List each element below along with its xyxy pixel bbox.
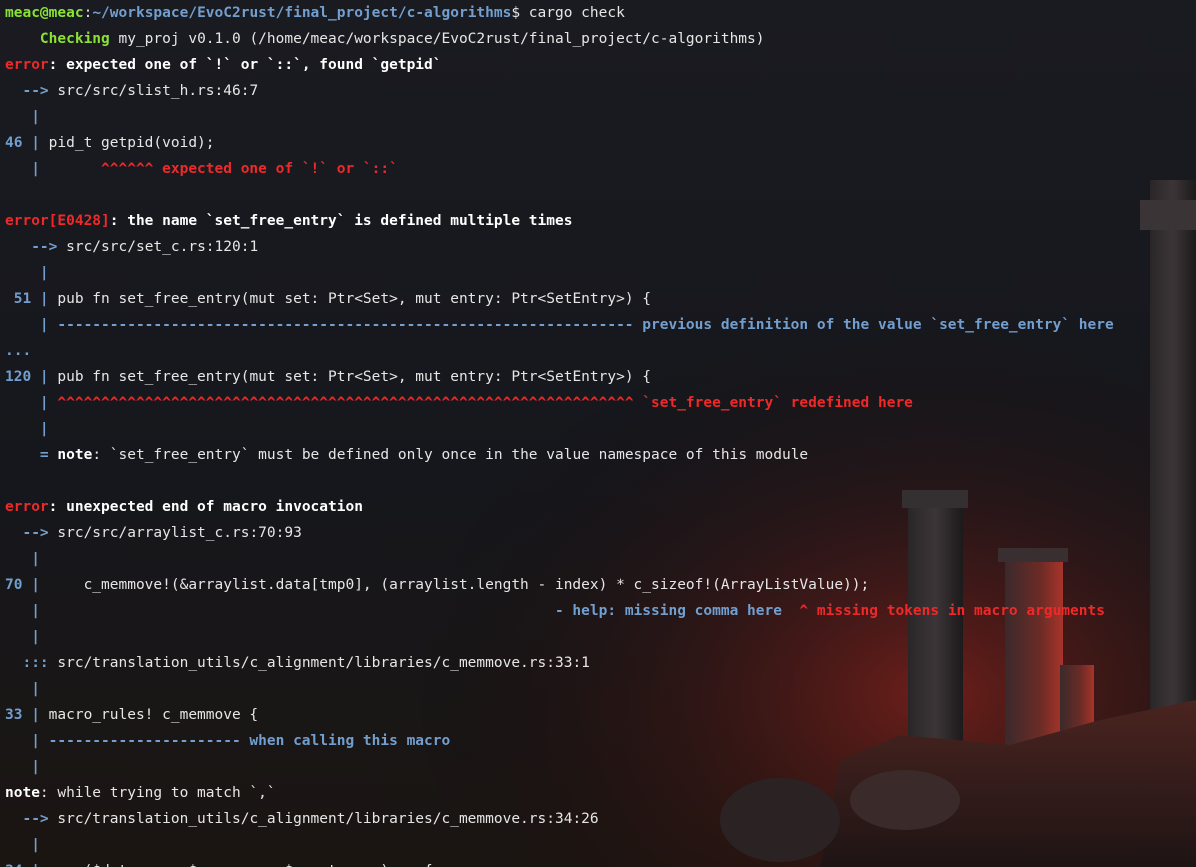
- terminal-text: |: [5, 759, 40, 775]
- terminal-line: | ---------------------- when calling th…: [5, 728, 1114, 754]
- terminal-line: note: while trying to match `,`: [5, 780, 1114, 806]
- terminal-text: |: [5, 551, 40, 567]
- terminal-line: --> src/src/arraylist_c.rs:70:93: [5, 520, 1114, 546]
- terminal-text: error: [5, 57, 49, 73]
- terminal-text: src/translation_utils/c_alignment/librar…: [48, 811, 599, 827]
- terminal-text: ...: [5, 343, 32, 359]
- terminal-text: Checking: [5, 31, 110, 47]
- terminal-text: |: [5, 421, 49, 437]
- terminal-text: meac@meac: [5, 5, 84, 21]
- terminal-text: |: [5, 265, 49, 281]
- terminal-line: error[E0428]: the name `set_free_entry` …: [5, 208, 1114, 234]
- terminal-text: : expected one of `!` or `::`, found `ge…: [48, 57, 442, 73]
- terminal-text: src/src/slist_h.rs:46:7: [48, 83, 259, 99]
- terminal-line: | - help: missing comma here ^ missing t…: [5, 598, 1114, 624]
- terminal-text: : `set_free_entry` must be defined only …: [92, 447, 809, 463]
- terminal-text: -->: [5, 525, 49, 541]
- terminal-line: |: [5, 260, 1114, 286]
- terminal-text: -->: [5, 811, 49, 827]
- terminal-text: 33 |: [5, 707, 40, 723]
- terminal-line: --> src/src/set_c.rs:120:1: [5, 234, 1114, 260]
- terminal-text: |: [5, 603, 40, 619]
- terminal-line: 34 | ($dst:expr, $src:expr, $count:expr)…: [5, 858, 1114, 867]
- terminal-line: |: [5, 546, 1114, 572]
- terminal-line: Checking my_proj v0.1.0 (/home/meac/work…: [5, 26, 1114, 52]
- terminal-text: ^ missing tokens in macro arguments: [781, 603, 1105, 619]
- terminal-line: 70 | c_memmove!(&arraylist.data[tmp0], (…: [5, 572, 1114, 598]
- terminal-line: 120 | pub fn set_free_entry(mut set: Ptr…: [5, 364, 1114, 390]
- terminal-line: error: expected one of `!` or `::`, foun…: [5, 52, 1114, 78]
- terminal-text: pid_t getpid(void);: [39, 135, 215, 151]
- terminal-line: meac@meac:~/workspace/EvoC2rust/final_pr…: [5, 0, 1114, 26]
- terminal-line: |: [5, 104, 1114, 130]
- terminal-text: ^^^^^^ expected one of `!` or `::`: [39, 161, 398, 177]
- terminal-text: |: [5, 629, 40, 645]
- terminal-text: -->: [5, 239, 58, 255]
- terminal-text: c_memmove!(&arraylist.data[tmp0], (array…: [39, 577, 870, 593]
- terminal-line: --> src/translation_utils/c_alignment/li…: [5, 806, 1114, 832]
- terminal-line: |: [5, 832, 1114, 858]
- terminal-text: src/src/arraylist_c.rs:70:93: [48, 525, 302, 541]
- terminal-line: |: [5, 624, 1114, 650]
- terminal-line: error: unexpected end of macro invocatio…: [5, 494, 1114, 520]
- terminal-text: error[E0428]: [5, 213, 110, 229]
- terminal-line: |: [5, 416, 1114, 442]
- terminal-line: |: [5, 676, 1114, 702]
- terminal-text: |: [5, 395, 49, 411]
- terminal-line: 46 | pid_t getpid(void);: [5, 130, 1114, 156]
- terminal-text: src/src/set_c.rs:120:1: [57, 239, 259, 255]
- terminal-line: --> src/src/slist_h.rs:46:7: [5, 78, 1114, 104]
- terminal-text: |: [5, 837, 40, 853]
- terminal-text: 51 |: [5, 291, 49, 307]
- terminal-text: note: [5, 785, 40, 801]
- terminal-line: ::: src/translation_utils/c_alignment/li…: [5, 650, 1114, 676]
- terminal-line: = note: `set_free_entry` must be defined…: [5, 442, 1114, 468]
- terminal-text: - help: missing comma here: [39, 603, 782, 619]
- terminal-text: :: [83, 5, 93, 21]
- terminal-window[interactable]: meac@meac:~/workspace/EvoC2rust/final_pr…: [0, 0, 1196, 867]
- terminal-text: $ cargo check: [511, 5, 625, 21]
- terminal-text: | ---------------------- when calling th…: [5, 733, 451, 749]
- terminal-text: src/translation_utils/c_alignment/librar…: [48, 655, 590, 671]
- terminal-line: ...: [5, 338, 1114, 364]
- terminal-text: : while trying to match `,`: [39, 785, 276, 801]
- terminal-text: 46 |: [5, 135, 40, 151]
- terminal-text: pub fn set_free_entry(mut set: Ptr<Set>,…: [48, 369, 652, 385]
- terminal-text: macro_rules! c_memmove {: [39, 707, 259, 723]
- terminal-text: 34 |: [5, 863, 40, 867]
- terminal-line: | ^^^^^^^^^^^^^^^^^^^^^^^^^^^^^^^^^^^^^^…: [5, 390, 1114, 416]
- terminal-text: |: [5, 681, 40, 697]
- terminal-text: :::: [5, 655, 49, 671]
- terminal-text: note: [48, 447, 93, 463]
- terminal-text: -->: [5, 83, 49, 99]
- terminal-text: | --------------------------------------…: [5, 317, 1114, 333]
- terminal-text: 70 |: [5, 577, 40, 593]
- terminal-text: error: [5, 499, 49, 515]
- terminal-text: |: [5, 109, 40, 125]
- terminal-text: |: [5, 161, 40, 177]
- terminal-text: ($dst:expr, $src:expr, $count:expr) => {: [40, 863, 433, 867]
- terminal-text: ^^^^^^^^^^^^^^^^^^^^^^^^^^^^^^^^^^^^^^^^…: [48, 395, 913, 411]
- terminal-text: : unexpected end of macro invocation: [48, 499, 363, 515]
- terminal-text: 120 |: [5, 369, 49, 385]
- terminal-text: =: [5, 447, 49, 463]
- terminal-text: my_proj v0.1.0 (/home/meac/workspace/Evo…: [109, 31, 765, 47]
- terminal-line: | ^^^^^^ expected one of `!` or `::`: [5, 156, 1114, 182]
- terminal-line: | --------------------------------------…: [5, 312, 1114, 338]
- terminal-line: |: [5, 754, 1114, 780]
- terminal-output[interactable]: meac@meac:~/workspace/EvoC2rust/final_pr…: [5, 0, 1114, 867]
- terminal-line: 51 | pub fn set_free_entry(mut set: Ptr<…: [5, 286, 1114, 312]
- terminal-text: ~/workspace/EvoC2rust/final_project/c-al…: [92, 5, 512, 21]
- terminal-text: pub fn set_free_entry(mut set: Ptr<Set>,…: [48, 291, 652, 307]
- terminal-line: 33 | macro_rules! c_memmove {: [5, 702, 1114, 728]
- terminal-text: : the name `set_free_entry` is defined m…: [109, 213, 573, 229]
